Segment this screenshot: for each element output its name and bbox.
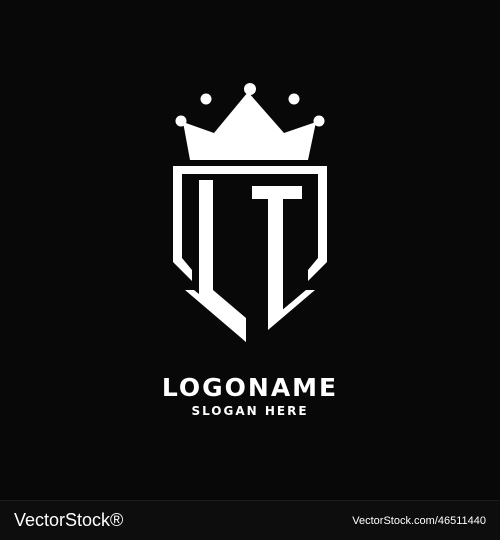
crown-shield-icon [173,83,327,342]
crown-icon [175,83,325,160]
monogram-letter-l-icon [199,180,246,342]
footer-brand: VectorStock® [14,510,124,530]
logo-artboard: LOGONAME SLOGAN HERE VectorStock® Vector… [0,0,500,540]
shield-icon [173,166,327,342]
slogan: SLOGAN HERE [191,404,309,418]
watermark-footer: VectorStock® VectorStock.com/46511440 [0,500,500,540]
brand-name: LOGONAME [161,373,339,402]
footer-image-id: VectorStock.com/46511440 [352,515,486,527]
